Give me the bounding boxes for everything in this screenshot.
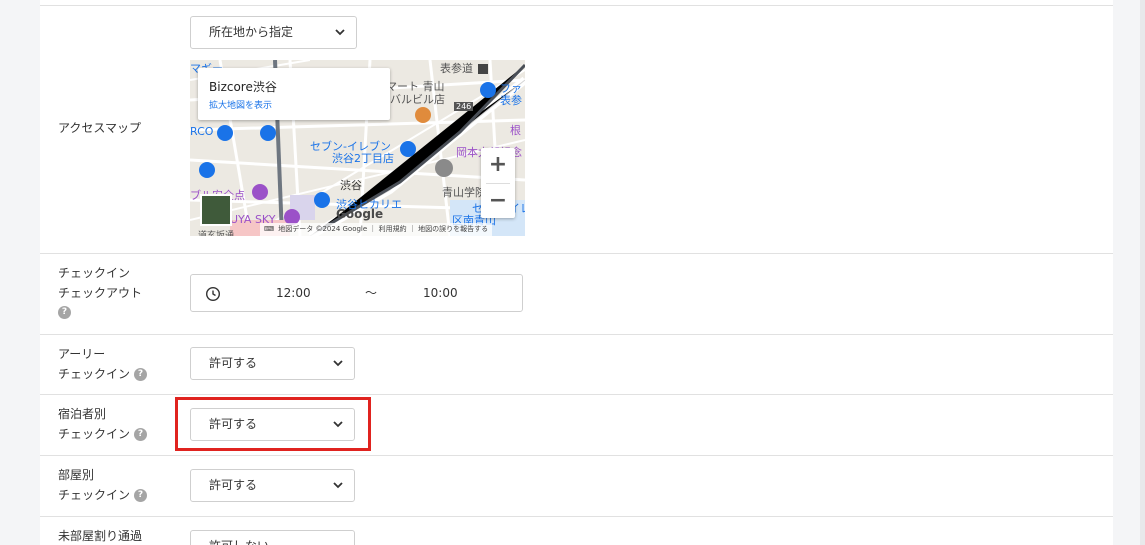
map-label-ne: 根: [510, 124, 521, 137]
room-checkin-label: 部屋別 チェックイン?: [58, 465, 148, 505]
google-logo: Google: [336, 207, 384, 221]
map-label-omote2: 表参: [500, 94, 522, 107]
help-icon[interactable]: ?: [134, 489, 148, 502]
access-map[interactable]: 表参道 マート 青山 バルビル店 246 ファ 表参 根 マギー RCO セブン…: [190, 60, 525, 236]
chevron-down-icon: [335, 29, 345, 36]
map-label-sakura: 道玄坂通: [198, 231, 235, 236]
early-checkin-label-line2: チェックイン: [58, 367, 131, 381]
checkin-checkout-label: チェックイン チェックアウト ?: [58, 263, 142, 321]
place-info-card: Bizcore渋谷 拡大地図を表示: [198, 68, 390, 120]
keyboard-shortcuts-icon[interactable]: ⌨: [264, 223, 276, 236]
row-separator: [40, 253, 1113, 254]
map-label-route246: 246: [454, 102, 474, 111]
map-label-shibuya: 渋谷: [340, 179, 362, 192]
row-separator: [40, 334, 1113, 335]
early-checkin-label-line1: アーリー: [58, 347, 106, 361]
satellite-view-thumbnail[interactable]: [200, 194, 232, 226]
unassigned-room-value: 許可しない: [209, 531, 269, 545]
row-separator: [40, 5, 1113, 6]
row-separator: [40, 455, 1113, 456]
highlight-box: [175, 397, 371, 451]
settings-panel: 所在地から指定 アクセスマップ 表参道 マート 青山 バルビル店 246 ファ …: [40, 0, 1113, 545]
enlarge-map-link[interactable]: 拡大地図を表示: [209, 98, 272, 111]
map-label-barubiru: バルビル店: [390, 93, 445, 106]
checkin-time[interactable]: 12:00: [276, 275, 311, 312]
map-label-omotesando: 表参道: [440, 62, 473, 75]
unassigned-room-label: 未部屋割り通過: [58, 529, 143, 543]
zoom-control[interactable]: + −: [481, 148, 515, 218]
page-scrollbar[interactable]: [1140, 0, 1145, 545]
location-mode-value: 所在地から指定: [209, 25, 294, 39]
early-checkin-label: アーリー チェックイン?: [58, 344, 148, 384]
row-separator: [40, 516, 1113, 517]
attribution-text: 地図データ ©2024 Google ｜ 利用規約 ｜ 地図の誤りを報告する: [278, 225, 489, 233]
map-label-rco: RCO: [190, 125, 214, 138]
checkin-label-line: チェックイン: [58, 266, 131, 280]
chevron-down-icon: [333, 360, 343, 367]
help-icon[interactable]: ?: [58, 306, 71, 319]
zoom-in-button[interactable]: +: [481, 148, 515, 182]
access-map-label: アクセスマップ: [58, 121, 142, 135]
room-checkin-label-line1: 部屋別: [58, 468, 95, 482]
help-icon[interactable]: ?: [134, 368, 148, 381]
time-range-separator: 〜: [365, 286, 378, 300]
place-name: Bizcore渋谷: [209, 80, 277, 94]
room-checkin-value: 許可する: [209, 478, 258, 492]
guest-checkin-label-line1: 宿泊者別: [58, 407, 107, 421]
checkin-checkout-time-range[interactable]: 12:00 〜 10:00: [190, 274, 523, 312]
chevron-down-icon: [333, 482, 343, 489]
early-checkin-value: 許可する: [209, 356, 258, 370]
row-separator: [40, 394, 1113, 395]
zoom-out-button[interactable]: −: [481, 184, 515, 218]
unassigned-room-select[interactable]: 許可しない: [190, 530, 355, 545]
help-icon[interactable]: ?: [134, 428, 148, 441]
guest-checkin-label-line2: チェックイン: [58, 427, 131, 441]
early-checkin-select[interactable]: 許可する: [190, 347, 355, 380]
checkout-time[interactable]: 10:00: [423, 275, 458, 312]
clock-icon: [205, 286, 221, 302]
checkout-label-line: チェックアウト: [58, 286, 143, 300]
guest-checkin-label: 宿泊者別 チェックイン?: [58, 404, 148, 444]
room-checkin-label-line2: チェックイン: [58, 488, 131, 502]
map-label-shibuya2: 渋谷2丁目店: [332, 152, 394, 165]
room-checkin-select[interactable]: 許可する: [190, 469, 355, 502]
location-mode-select[interactable]: 所在地から指定: [190, 16, 357, 49]
map-attribution: ⌨ 地図データ ©2024 Google ｜ 利用規約 ｜ 地図の誤りを報告する: [260, 223, 493, 236]
